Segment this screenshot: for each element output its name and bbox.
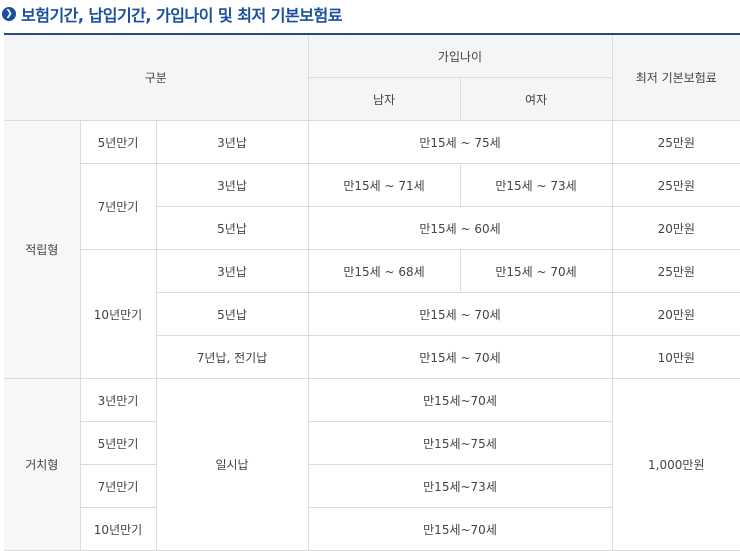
table-row: 거치형 3년만기 일시납 만15세~70세 1,000만원 [4, 378, 740, 551]
age-cell: 만15세~73세 [307, 464, 613, 508]
header-category: 구분 [4, 33, 309, 121]
age-male-cell: 만15세 ~ 71세 [307, 163, 461, 207]
type-deferred: 거치형 [4, 378, 81, 551]
header-male: 남자 [308, 77, 461, 121]
age-cell: 만15세~70세 [307, 378, 613, 422]
header-row-1: 구분 가입나이 최저 기본보험료 [4, 33, 740, 121]
age-female-cell: 만15세 ~ 73세 [459, 163, 613, 207]
age-cell: 만15세 ~ 70세 [307, 292, 613, 336]
table-row: 10년만기 3년납 만15세 ~ 68세 만15세 ~ 70세 25만원 [4, 249, 740, 379]
pay-cell: 7년납, 전기납 [156, 335, 309, 379]
premium-cell: 25만원 [611, 249, 740, 293]
term-cell: 7년만기 [80, 464, 157, 508]
table-row: 7년만기 3년납 만15세 ~ 71세 만15세 ~ 73세 25만원 [4, 163, 740, 250]
header-female: 여자 [459, 77, 613, 121]
age-male-cell: 만15세 ~ 68세 [307, 249, 461, 293]
term-cell: 5년만기 [79, 120, 157, 164]
insurance-terms-table: 구분 가입나이 최저 기본보험료 남자 여자 적립형 5년만기 3년납 만15세… [4, 33, 740, 551]
chevron-right-circle-icon: ❯ [2, 7, 16, 21]
pay-cell: 일시납 [155, 378, 309, 551]
age-cell: 만15세 ~ 70세 [307, 335, 613, 379]
age-cell: 만15세~70세 [307, 507, 613, 551]
type-accumulation: 적립형 [4, 120, 81, 379]
term-cell: 10년만기 [80, 507, 157, 551]
header-min-premium: 최저 기본보험료 [611, 33, 740, 121]
pay-cell: 3년납 [155, 249, 309, 293]
premium-cell: 25만원 [611, 120, 740, 164]
age-cell: 만15세~75세 [307, 421, 613, 465]
premium-cell: 20만원 [611, 206, 740, 250]
term-cell: 10년만기 [80, 249, 157, 379]
term-cell: 7년만기 [80, 163, 157, 250]
premium-cell: 1,000만원 [611, 378, 740, 551]
age-cell: 만15세 ~ 60세 [307, 206, 613, 250]
section-title: ❯ 보험기간, 납입기간, 가입나이 및 최저 기본보험료 [2, 2, 342, 26]
pay-cell: 5년납 [156, 292, 309, 336]
pay-cell: 5년납 [156, 206, 309, 250]
header-age-group: 가입나이 [307, 33, 613, 78]
title-text: 보험기간, 납입기간, 가입나이 및 최저 기본보험료 [21, 6, 342, 25]
premium-cell: 25만원 [611, 163, 740, 207]
premium-cell: 20만원 [611, 292, 740, 336]
table-row: 적립형 5년만기 3년납 만15세 ~ 75세 25만원 [4, 120, 740, 379]
term-cell: 5년만기 [80, 421, 157, 465]
age-cell: 만15세 ~ 75세 [307, 120, 613, 164]
pay-cell: 3년납 [155, 163, 309, 207]
term-cell: 3년만기 [79, 378, 157, 422]
premium-cell: 10만원 [611, 335, 740, 379]
age-female-cell: 만15세 ~ 70세 [459, 249, 613, 293]
pay-cell: 3년납 [155, 120, 309, 164]
